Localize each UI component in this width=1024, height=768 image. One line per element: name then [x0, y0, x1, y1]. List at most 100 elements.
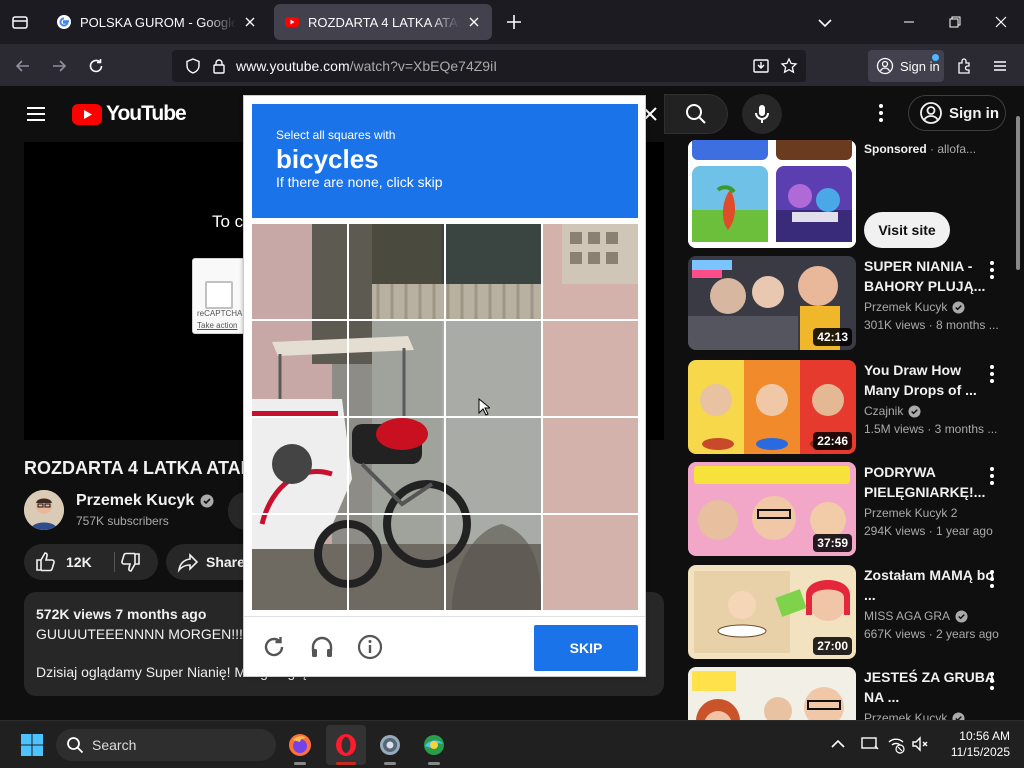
- video-action-menu-button[interactable]: [984, 258, 1000, 282]
- video-thumbnail[interactable]: [688, 667, 856, 720]
- more-vertical-icon: [990, 467, 994, 485]
- page-scrollbar-thumb[interactable]: [1016, 116, 1020, 270]
- shield-icon[interactable]: [184, 57, 202, 75]
- related-video-title[interactable]: You Draw How Many Drops of ...: [864, 360, 1000, 400]
- reload-button[interactable]: [83, 53, 109, 79]
- chevron-up-icon[interactable]: [828, 734, 848, 754]
- grid-tile-1-1[interactable]: [252, 224, 348, 320]
- recaptcha-checkbox[interactable]: [205, 281, 233, 309]
- hamburger-icon: [994, 61, 1006, 71]
- visit-site-button[interactable]: Visit site: [864, 212, 950, 248]
- grid-tile-3-4[interactable]: [543, 418, 638, 514]
- video-action-menu-button[interactable]: [984, 362, 1000, 386]
- list-all-tabs-button[interactable]: [6, 8, 34, 36]
- puzzle-icon: [958, 58, 970, 74]
- related-video-channel[interactable]: Czajnik: [864, 404, 1000, 418]
- help-button[interactable]: [356, 633, 384, 661]
- related-video-item[interactable]: 27:00 Zostałam MAMĄ bo ... MISS AGA GRA …: [688, 565, 1018, 661]
- url-text[interactable]: www.youtube.com/watch?v=XbEQe74Z9iI: [236, 58, 497, 74]
- restore-icon: [949, 16, 961, 28]
- start-button[interactable]: [20, 733, 44, 757]
- clock-date: 11/15/2025: [950, 745, 1010, 759]
- grid-tile-2-2[interactable]: [349, 321, 445, 417]
- pip-download-icon[interactable]: [752, 57, 770, 75]
- grid-tile-4-1[interactable]: [252, 515, 348, 610]
- channel-name-text: Czajnik: [864, 404, 904, 418]
- tab-google-search[interactable]: POLSKA GUROM - Google Search: [46, 4, 268, 40]
- grid-tile-1-3[interactable]: [446, 224, 542, 320]
- tab-list-icon: [12, 16, 28, 29]
- maximize-button[interactable]: [932, 0, 978, 44]
- like-button[interactable]: 12K: [34, 550, 92, 574]
- grid-tile-2-4[interactable]: [543, 321, 638, 417]
- network-offline-icon[interactable]: [886, 734, 906, 754]
- grid-tile-4-2[interactable]: [349, 515, 445, 610]
- taskbar-firefox[interactable]: [280, 725, 320, 765]
- address-bar[interactable]: www.youtube.com/watch?v=XbEQe74Z9iI: [172, 50, 806, 82]
- speaker-muted-icon[interactable]: [910, 734, 930, 754]
- minimize-button[interactable]: [886, 0, 932, 44]
- video-thumbnail[interactable]: 22:46: [688, 360, 856, 454]
- close-tab-icon[interactable]: [466, 14, 482, 30]
- video-action-menu-button[interactable]: [984, 464, 1000, 488]
- grid-tile-4-3[interactable]: [446, 515, 542, 610]
- close-window-button[interactable]: [978, 0, 1024, 44]
- related-video-title[interactable]: JESTEŚ ZA GRUBA NA ...: [864, 667, 1000, 707]
- audio-challenge-button[interactable]: [308, 633, 336, 661]
- dislike-button[interactable]: [118, 550, 142, 574]
- grid-tile-4-4[interactable]: [543, 515, 638, 610]
- grid-tile-3-2[interactable]: [349, 418, 445, 514]
- related-video-item[interactable]: 42:13 SUPER NIANIA - BAHORY PLUJĄ... Prz…: [688, 256, 1018, 352]
- bookmark-star-icon[interactable]: [780, 57, 798, 75]
- ad-thumbnail[interactable]: [688, 140, 856, 248]
- related-video-channel[interactable]: MISS AGA GRA: [864, 609, 1000, 623]
- related-video-title[interactable]: PODRYWA PIELĘGNIARKĘ!...: [864, 462, 1000, 502]
- video-action-menu-button[interactable]: [984, 567, 1000, 591]
- related-video-title[interactable]: Zostałam MAMĄ bo ...: [864, 565, 1000, 605]
- lock-icon[interactable]: [210, 57, 228, 75]
- related-video-item[interactable]: 22:46 You Draw How Many Drops of ... Cza…: [688, 360, 1018, 456]
- display-tray-icon[interactable]: [860, 734, 880, 754]
- video-thumbnail[interactable]: 27:00: [688, 565, 856, 659]
- related-video-item[interactable]: 37:59 PODRYWA PIELĘGNIARKĘ!... Przemek K…: [688, 462, 1018, 558]
- taskbar-search[interactable]: Search: [56, 729, 276, 761]
- video-thumbnail[interactable]: 42:13: [688, 256, 856, 350]
- grid-tile-3-1[interactable]: [252, 418, 348, 514]
- grid-tile-1-4[interactable]: [543, 224, 638, 320]
- system-clock[interactable]: 10:56 AM 11/15/2025: [940, 728, 1010, 760]
- forward-button[interactable]: [46, 53, 72, 79]
- video-thumbnail[interactable]: 37:59: [688, 462, 856, 556]
- guide-menu-button[interactable]: [24, 102, 48, 126]
- search-label: Search: [92, 737, 137, 753]
- close-tab-icon[interactable]: [242, 14, 258, 30]
- reload-challenge-button[interactable]: [260, 633, 288, 661]
- related-video-channel[interactable]: Przemek Kucyk: [864, 300, 1000, 314]
- share-arrow-icon: [177, 553, 199, 573]
- taskbar-settings[interactable]: [370, 725, 410, 765]
- new-tab-button[interactable]: [502, 10, 526, 34]
- extensions-button[interactable]: [952, 53, 978, 79]
- tab-youtube-video[interactable]: ROZDARTA 4 LATKA ATAKUJE BABCIĘ: [274, 4, 492, 40]
- back-button[interactable]: [10, 53, 36, 79]
- related-video-item[interactable]: JESTEŚ ZA GRUBA NA ... Przemek Kucyk: [688, 667, 1018, 720]
- tab-title: POLSKA GUROM - Google Search: [80, 14, 236, 30]
- channel-avatar[interactable]: [24, 490, 64, 530]
- channel-name[interactable]: Przemek Kucyk: [76, 492, 214, 510]
- taskbar-edge[interactable]: [414, 725, 454, 765]
- skip-button[interactable]: SKIP: [534, 625, 638, 671]
- grid-tile-1-2[interactable]: [349, 224, 445, 320]
- video-action-menu-button[interactable]: [984, 669, 1000, 693]
- firefox-account-button[interactable]: Sign in: [868, 50, 944, 82]
- related-video-channel[interactable]: Przemek Kucyk 2: [864, 506, 1000, 520]
- tab-overflow-button[interactable]: [814, 12, 836, 34]
- youtube-logo[interactable]: YouTube: [72, 102, 187, 126]
- taskbar-opera[interactable]: [326, 725, 366, 765]
- grid-tile-3-3[interactable]: [446, 418, 542, 514]
- related-video-title[interactable]: SUPER NIANIA - BAHORY PLUJĄ...: [864, 256, 1000, 296]
- grid-tile-2-1[interactable]: [252, 321, 348, 417]
- grid-tile-2-3[interactable]: [446, 321, 542, 417]
- app-menu-button[interactable]: [987, 53, 1013, 79]
- related-video-channel[interactable]: Przemek Kucyk: [864, 711, 1000, 720]
- thumbs-up-icon: [36, 552, 55, 572]
- recaptcha-take-action-link[interactable]: Take action: [197, 321, 237, 330]
